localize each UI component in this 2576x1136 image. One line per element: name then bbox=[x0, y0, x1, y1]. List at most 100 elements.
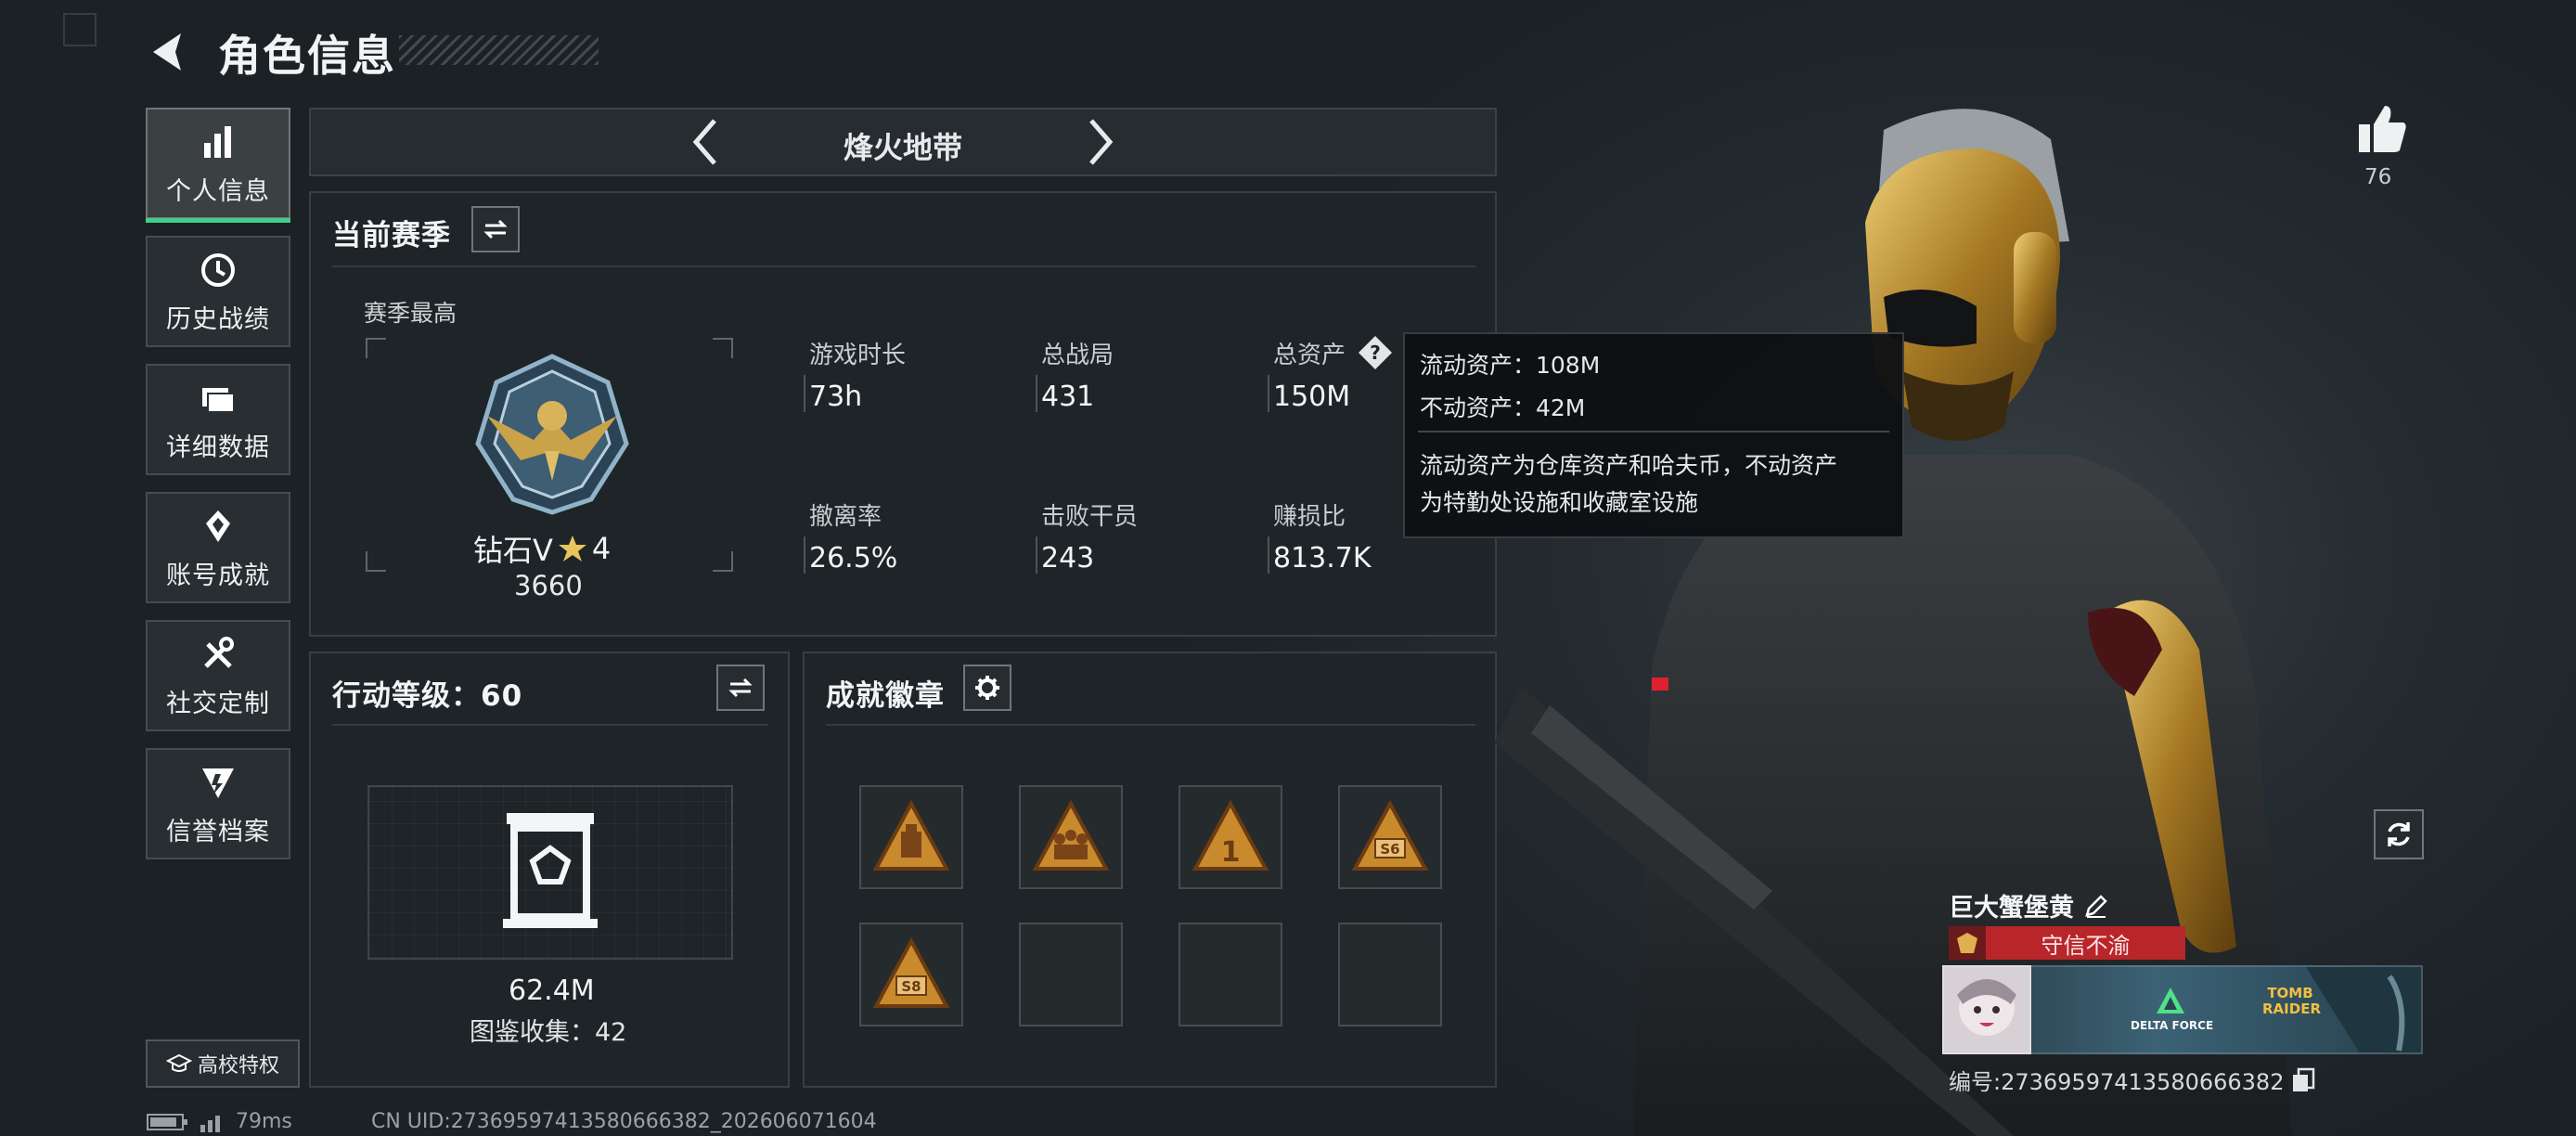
rank-stars: 4 bbox=[591, 531, 612, 566]
player-id: 编号:2736959741358066638​2 bbox=[1949, 1069, 2285, 1095]
player-avatar[interactable] bbox=[1942, 965, 2031, 1054]
achievement-badge-slot[interactable]: S8 bbox=[859, 923, 963, 1026]
help-icon[interactable]: ? bbox=[1357, 334, 1394, 371]
collection-value: 62.4M bbox=[509, 975, 595, 1007]
sidebar-item-label: 账号成就 bbox=[166, 561, 270, 590]
stat-rule bbox=[1268, 375, 1269, 412]
player-title: 守信不渝 bbox=[2041, 932, 2131, 959]
stat-rule bbox=[1268, 536, 1269, 574]
stat-label-total-assets: 总资产 bbox=[1273, 342, 1346, 369]
stat-rule bbox=[1036, 375, 1037, 412]
achievement-icon bbox=[206, 510, 230, 542]
tooltip-fixed-assets: 不动资产：42M bbox=[1420, 394, 1586, 421]
collection-vault-icon bbox=[503, 813, 598, 928]
tooltip-note-line1: 流动资产为仓库资产和哈夫币，不动资产 bbox=[1420, 452, 1838, 479]
stat-value-play-time: 73h bbox=[809, 381, 863, 413]
achievement-badge-slot-empty[interactable] bbox=[1338, 923, 1442, 1026]
rank-name: 钻石V bbox=[473, 533, 553, 568]
season-switch-button[interactable] bbox=[471, 206, 520, 252]
ping-value: 79ms bbox=[236, 1110, 292, 1133]
assets-tooltip: 流动资产：108M 不动资产：42M 流动资产为仓库资产和哈夫币，不动资产 为特… bbox=[1403, 332, 1904, 538]
action-level-title: 行动等级：60 bbox=[332, 679, 523, 713]
tooltip-liquid-assets: 流动资产：108M bbox=[1420, 352, 1601, 379]
star-icon bbox=[558, 536, 586, 562]
sidebar-item-social[interactable]: 社交定制 bbox=[146, 620, 290, 731]
mode-title: 烽火地带 bbox=[843, 130, 962, 165]
player-name-row: 巨大蟹堡黄 bbox=[1949, 887, 2109, 923]
player-id-row: 编号:2736959741358066638​2 bbox=[1949, 1064, 2315, 1096]
uid-text: CN UID:2736959741358066638​2_20260607160… bbox=[371, 1110, 877, 1133]
tooltip-divider bbox=[1418, 431, 1889, 432]
sidebar-item-label: 信誉档案 bbox=[166, 817, 270, 846]
stat-rule bbox=[804, 536, 805, 574]
diamond-rank-emblem-icon bbox=[475, 354, 629, 515]
season-s8-badge-icon: S8 bbox=[872, 936, 950, 1008]
back-arrow-icon[interactable] bbox=[144, 28, 192, 76]
thumbs-up-icon[interactable] bbox=[2355, 102, 2409, 156]
frame-corner bbox=[713, 551, 733, 572]
title-emblem-icon bbox=[1949, 926, 1986, 960]
achievement-badge-slot-empty[interactable] bbox=[1179, 923, 1282, 1026]
badge-season-text: S8 bbox=[901, 978, 921, 995]
achievements-settings-button[interactable] bbox=[963, 665, 1011, 711]
badge-season-text: S6 bbox=[1380, 841, 1399, 858]
frame-corner bbox=[366, 338, 386, 358]
sidebar-item-label: 历史战绩 bbox=[166, 304, 270, 334]
signal-icon bbox=[200, 1115, 220, 1132]
campus-privilege-button[interactable]: 高校特权 bbox=[146, 1039, 300, 1088]
chevron-right-icon[interactable] bbox=[1082, 115, 1119, 169]
title-hatch-decoration bbox=[399, 35, 599, 65]
corner-decoration bbox=[63, 13, 97, 46]
achievement-badge-slot[interactable] bbox=[859, 785, 963, 889]
refresh-button[interactable] bbox=[2374, 809, 2424, 859]
switch-arrows-icon bbox=[483, 219, 508, 239]
rank-score: 3660 bbox=[514, 570, 583, 601]
stat-label-operators-defeated: 击败干员 bbox=[1041, 503, 1139, 531]
season-section-title: 当前赛季 bbox=[332, 219, 451, 252]
delta-force-logo-icon bbox=[2157, 988, 2184, 1013]
tools-icon bbox=[204, 636, 234, 668]
battery-icon bbox=[147, 1113, 187, 1130]
tooltip-note-line2: 为特勤处设施和收藏室设施 bbox=[1420, 489, 1699, 516]
sidebar-item-label: 社交定制 bbox=[166, 689, 270, 718]
status-left: 79ms bbox=[147, 1110, 292, 1133]
like-count: 76 bbox=[2364, 165, 2392, 189]
stat-value-profit-ratio: 813.7K bbox=[1273, 542, 1372, 574]
stat-value-operators-defeated: 243 bbox=[1041, 542, 1095, 574]
sidebar-item-credit[interactable]: 信誉档案 bbox=[146, 748, 290, 859]
sidebar-item-personal-info[interactable]: 个人信息 bbox=[146, 108, 290, 223]
copy-icon[interactable] bbox=[2291, 1067, 2315, 1093]
chevron-left-icon[interactable] bbox=[687, 115, 724, 169]
squad-badge-icon bbox=[1032, 799, 1110, 871]
number-one-badge-icon: 1 bbox=[1191, 799, 1269, 871]
sidebar-item-history[interactable]: 历史战绩 bbox=[146, 236, 290, 347]
stat-value-extraction-rate: 26.5% bbox=[809, 542, 898, 574]
badge-number-text: 1 bbox=[1221, 836, 1241, 869]
frame-corner bbox=[366, 551, 386, 572]
refresh-icon bbox=[2388, 822, 2410, 846]
page-title: 角色信息 bbox=[218, 31, 396, 81]
rank-name-row: 钻石V 4 bbox=[473, 527, 611, 570]
season-best-label: 赛季最高 bbox=[364, 300, 457, 327]
action-level-switch-button[interactable] bbox=[716, 665, 765, 711]
season-s6-badge-icon: S6 bbox=[1351, 799, 1429, 871]
stat-label-total-matches: 总战局 bbox=[1041, 342, 1114, 369]
stat-label-profit-ratio: 赚损比 bbox=[1273, 503, 1346, 531]
stat-label-extraction-rate: 撤离率 bbox=[809, 503, 882, 531]
stat-label-play-time: 游戏时长 bbox=[809, 342, 907, 369]
sidebar-item-label: 个人信息 bbox=[166, 176, 270, 206]
switch-arrows-icon bbox=[728, 678, 753, 698]
avatar-image bbox=[1957, 979, 2016, 1036]
achievement-badge-slot[interactable]: S6 bbox=[1338, 785, 1442, 889]
achievement-badge-slot[interactable] bbox=[1019, 785, 1123, 889]
campus-privilege-label: 高校特权 bbox=[197, 1054, 279, 1078]
achievement-badge-slot[interactable]: 1 bbox=[1179, 785, 1282, 889]
edit-pencil-icon[interactable] bbox=[2083, 893, 2109, 919]
action-level-divider bbox=[332, 724, 768, 726]
safe-badge-icon bbox=[872, 799, 950, 871]
player-title-bar[interactable]: 守信不渝 bbox=[1949, 926, 2185, 960]
sidebar-item-achievements[interactable]: 账号成就 bbox=[146, 492, 290, 603]
achievement-badge-slot-empty[interactable] bbox=[1019, 923, 1123, 1026]
bar-chart-icon bbox=[204, 125, 231, 158]
sidebar-item-details[interactable]: 详细数据 bbox=[146, 364, 290, 475]
